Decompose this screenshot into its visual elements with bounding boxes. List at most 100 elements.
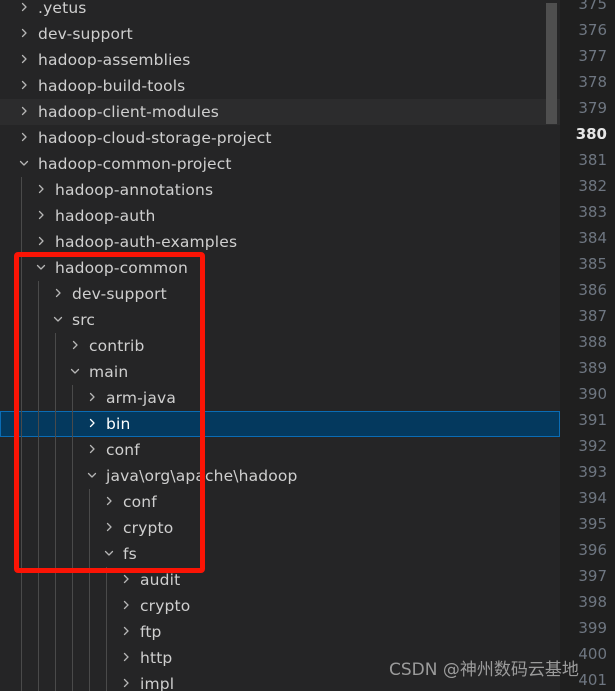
file-tree-list: .yetus dev-support hadoop-assemblies hadoop… [0, 0, 560, 691]
tree-item-label: conf [123, 493, 157, 511]
tree-item-label: contrib [89, 337, 145, 355]
tree-item[interactable]: dev-support [0, 281, 560, 307]
line-number: 389 [578, 359, 607, 377]
tree-item[interactable]: hadoop-build-tools [0, 73, 560, 99]
chevron-right-icon[interactable] [32, 183, 49, 195]
tree-item[interactable]: fs [0, 541, 560, 567]
tree-item-label: dev-support [38, 25, 133, 43]
line-number: 378 [578, 73, 607, 91]
chevron-down-icon[interactable] [32, 261, 49, 273]
tree-item[interactable]: crypto [0, 593, 560, 619]
tree-item[interactable]: crypto [0, 515, 560, 541]
chevron-right-icon[interactable] [83, 443, 100, 455]
tree-item[interactable]: .yetus [0, 0, 560, 21]
tree-item[interactable]: hadoop-client-modules [0, 99, 560, 125]
chevron-right-icon[interactable] [117, 625, 134, 637]
line-number: 394 [578, 489, 607, 507]
chevron-right-icon[interactable] [15, 79, 32, 91]
line-number: 396 [578, 541, 607, 559]
tree-item-label: arm-java [106, 389, 176, 407]
line-number: 383 [578, 203, 607, 221]
line-number: 399 [578, 619, 607, 637]
line-number: 397 [578, 567, 607, 585]
chevron-right-icon[interactable] [15, 131, 32, 143]
tree-item-label: crypto [140, 597, 191, 615]
tree-item[interactable]: contrib [0, 333, 560, 359]
tree-item-label: hadoop-client-modules [38, 103, 220, 121]
tree-item-label: hadoop-common [55, 259, 189, 277]
tree-item-label: impl [140, 675, 175, 691]
file-explorer-screenshot: .yetus dev-support hadoop-assemblies hadoop… [0, 0, 615, 691]
line-number-gutter: 375 376 377 378 379 380 381 382 383 384 385 386 387 3… [560, 0, 615, 691]
chevron-right-icon[interactable] [100, 495, 117, 507]
chevron-right-icon[interactable] [32, 209, 49, 221]
tree-item[interactable]: bin [0, 411, 560, 437]
chevron-right-icon[interactable] [117, 677, 134, 689]
chevron-right-icon[interactable] [83, 391, 100, 403]
line-number: 381 [578, 151, 607, 169]
chevron-right-icon[interactable] [83, 417, 100, 429]
chevron-right-icon[interactable] [15, 105, 32, 117]
chevron-right-icon[interactable] [15, 27, 32, 39]
tree-item[interactable]: main [0, 359, 560, 385]
tree-item[interactable]: audit [0, 567, 560, 593]
tree-item-label: hadoop-annotations [55, 181, 214, 199]
tree-scrollbar-thumb[interactable] [546, 3, 557, 124]
tree-item-label: http [140, 649, 173, 667]
line-number: 380 [575, 125, 607, 143]
line-number: 376 [578, 21, 607, 39]
tree-item[interactable]: conf [0, 437, 560, 463]
chevron-down-icon[interactable] [66, 365, 83, 377]
tree-item[interactable]: hadoop-cloud-storage-project [0, 125, 560, 151]
tree-item[interactable]: hadoop-common [0, 255, 560, 281]
chevron-right-icon[interactable] [15, 1, 32, 13]
tree-item[interactable]: hadoop-annotations [0, 177, 560, 203]
tree-item[interactable]: java\org\apache\hadoop [0, 463, 560, 489]
tree-scrollbar-track[interactable] [544, 0, 558, 691]
tree-item[interactable]: conf [0, 489, 560, 515]
tree-item[interactable]: hadoop-auth-examples [0, 229, 560, 255]
tree-item[interactable]: hadoop-auth [0, 203, 560, 229]
chevron-right-icon[interactable] [66, 339, 83, 351]
tree-item[interactable]: hadoop-assemblies [0, 47, 560, 73]
line-number: 388 [578, 333, 607, 351]
chevron-right-icon[interactable] [117, 599, 134, 611]
tree-item-label: hadoop-build-tools [38, 77, 186, 95]
tree-item-label: java\org\apache\hadoop [106, 467, 298, 485]
chevron-right-icon[interactable] [100, 521, 117, 533]
tree-item[interactable]: hadoop-common-project [0, 151, 560, 177]
line-number: 391 [578, 411, 607, 429]
chevron-right-icon[interactable] [15, 53, 32, 65]
line-number: 398 [578, 593, 607, 611]
chevron-down-icon[interactable] [83, 469, 100, 481]
line-number: 386 [578, 281, 607, 299]
chevron-down-icon[interactable] [100, 547, 117, 559]
file-tree-panel[interactable]: .yetus dev-support hadoop-assemblies hadoop… [0, 0, 560, 691]
tree-item[interactable]: arm-java [0, 385, 560, 411]
line-number: 392 [578, 437, 607, 455]
tree-item-label: audit [140, 571, 181, 589]
chevron-right-icon[interactable] [117, 573, 134, 585]
chevron-right-icon[interactable] [32, 235, 49, 247]
tree-item[interactable]: dev-support [0, 21, 560, 47]
tree-item-label: main [89, 363, 129, 381]
tree-item-label: hadoop-auth [55, 207, 156, 225]
tree-item[interactable]: src [0, 307, 560, 333]
tree-item-label: hadoop-assemblies [38, 51, 191, 69]
line-number: 387 [578, 307, 607, 325]
chevron-down-icon[interactable] [15, 157, 32, 169]
line-number-list: 375 376 377 378 379 380 381 382 383 384 385 386 387 3… [560, 0, 615, 691]
tree-item-label: crypto [123, 519, 174, 537]
chevron-down-icon[interactable] [49, 313, 66, 325]
line-number: 390 [578, 385, 607, 403]
tree-item[interactable]: ftp [0, 619, 560, 645]
line-number: 395 [578, 515, 607, 533]
csdn-watermark: CSDN @神州数码云基地 [389, 660, 579, 680]
chevron-right-icon[interactable] [117, 651, 134, 663]
chevron-right-icon[interactable] [49, 287, 66, 299]
tree-item-label: hadoop-common-project [38, 155, 232, 173]
line-number: 393 [578, 463, 607, 481]
tree-item-label: bin [106, 415, 131, 433]
line-number: 377 [578, 47, 607, 65]
line-number: 385 [578, 255, 607, 273]
